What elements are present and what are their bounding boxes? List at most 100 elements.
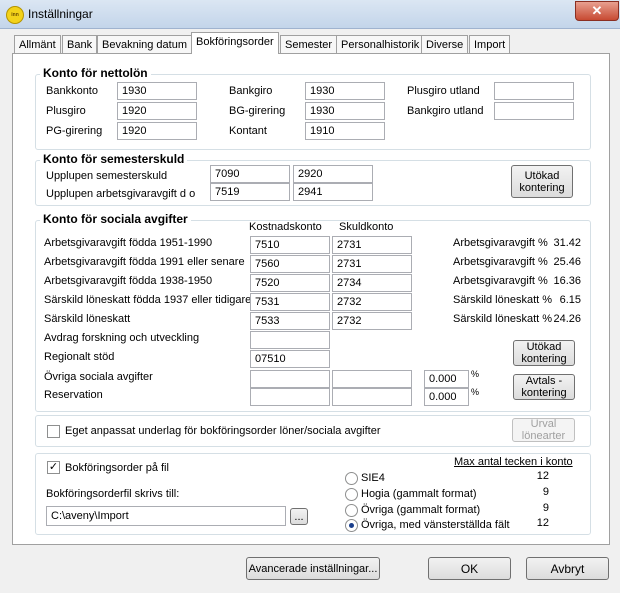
- social-row-skuld-input[interactable]: [332, 274, 412, 292]
- social-row-label: Särskild löneskatt födda 1937 eller tidi…: [44, 294, 252, 306]
- social-row-kost-input[interactable]: [250, 293, 330, 311]
- urval-lonearter-button[interactable]: Urval lönearter: [512, 418, 575, 442]
- bankkonto-input[interactable]: [117, 82, 197, 100]
- tab-import[interactable]: Import: [469, 35, 511, 54]
- social-row-label: Arbetsgivaravgift födda 1991 eller senar…: [44, 256, 245, 268]
- skuldkonto-header: Skuldkonto: [339, 221, 394, 233]
- tab-diverse[interactable]: Diverse: [421, 35, 469, 54]
- ovriga-sociala-label: Övriga sociala avgifter: [44, 371, 153, 383]
- bankgiro-utland-label: Bankgiro utland: [407, 105, 484, 117]
- orderfil-path-label: Bokföringsorderfil skrivs till:: [46, 488, 180, 500]
- ovriga-pct-sign: %: [471, 369, 480, 379]
- plusgiro-utland-label: Plusgiro utland: [407, 85, 480, 97]
- format-ovriga-max: 9: [542, 502, 549, 514]
- arbetsgivaravgift-kost-input[interactable]: [210, 183, 290, 201]
- browse-button[interactable]: ...: [290, 508, 308, 525]
- social-row-rate-value: 24.26: [553, 313, 581, 325]
- app-icon: inn: [6, 6, 24, 24]
- tab-personalhistorik[interactable]: Personalhistorik: [336, 35, 425, 54]
- tab-bokforingsorder[interactable]: Bokföringsorder: [191, 32, 279, 54]
- bankkonto-label: Bankkonto: [46, 85, 98, 97]
- close-button[interactable]: ✕: [575, 1, 619, 21]
- group-sociala-title: Konto för sociala avgifter: [40, 212, 191, 226]
- orderfil-path-input[interactable]: [46, 506, 286, 526]
- social-row-skuld-input[interactable]: [332, 236, 412, 254]
- format-ovriga-radio[interactable]: [345, 504, 358, 517]
- social-row-label: Arbetsgivaravgift födda 1938-1950: [44, 275, 213, 287]
- tab-panel: Konto för nettolön Bankkonto Plusgiro PG…: [12, 53, 610, 545]
- social-row-rate-value: 31.42: [553, 237, 581, 249]
- pg-girering-label: PG-girering: [46, 125, 103, 137]
- plusgiro-utland-input[interactable]: [494, 82, 574, 100]
- reservation-pct-sign: %: [471, 387, 480, 397]
- social-row-rate-label: Arbetsgivaravgift %: [453, 275, 548, 287]
- format-ovriga-vanster-label: Övriga, med vänsterställda fält: [361, 519, 510, 531]
- reservation-skuld-input[interactable]: [332, 388, 412, 406]
- social-row-skuld-input[interactable]: [332, 312, 412, 330]
- group-semesterskuld-title: Konto för semesterskuld: [40, 152, 188, 166]
- format-hogia-label: Hogia (gammalt format): [361, 488, 477, 500]
- social-row-rate-value: 25.46: [553, 256, 581, 268]
- social-row-rate-label: Särskild löneskatt %: [453, 313, 553, 325]
- format-sie4-radio[interactable]: [345, 472, 358, 485]
- semester-utokad-kontering-button[interactable]: Utökad kontering: [511, 165, 573, 198]
- cancel-button[interactable]: Avbryt: [526, 557, 609, 580]
- tab-bank[interactable]: Bank: [62, 35, 98, 54]
- eget-underlag-checkbox[interactable]: [47, 425, 60, 438]
- social-row-kost-input[interactable]: [250, 274, 330, 292]
- arbetsgivaravgift-skuld-input[interactable]: [293, 183, 373, 201]
- window-title: Inställningar: [28, 7, 93, 21]
- tab-semester[interactable]: Semester: [280, 35, 338, 54]
- social-row-skuld-input[interactable]: [332, 255, 412, 273]
- semesterskuld-kost-input[interactable]: [210, 165, 290, 183]
- bankgiro-utland-input[interactable]: [494, 102, 574, 120]
- ovriga-pct-input[interactable]: [424, 370, 469, 388]
- reservation-pct-input[interactable]: [424, 388, 469, 406]
- social-row-label: Arbetsgivaravgift födda 1951-1990: [44, 237, 213, 249]
- ovriga-kost-input[interactable]: [250, 370, 330, 388]
- pg-girering-input[interactable]: [117, 122, 197, 140]
- tab-bevakning-datum[interactable]: Bevakning datum: [97, 35, 192, 54]
- kontant-label: Kontant: [229, 125, 267, 137]
- social-row-rate-label: Arbetsgivaravgift %: [453, 256, 548, 268]
- social-row-rate-value: 16.36: [553, 275, 581, 287]
- avtals-kontering-button[interactable]: Avtals - kontering: [513, 374, 575, 400]
- format-ovriga-vanster-radio[interactable]: [345, 519, 358, 532]
- reservation-kost-input[interactable]: [250, 388, 330, 406]
- social-row-kost-input[interactable]: [250, 255, 330, 273]
- social-row-label: Särskild löneskatt: [44, 313, 131, 325]
- plusgiro-label: Plusgiro: [46, 105, 86, 117]
- kontant-input[interactable]: [305, 122, 385, 140]
- format-ovriga-vanster-max: 12: [536, 517, 549, 529]
- regionalt-stod-label: Regionalt stöd: [44, 351, 115, 363]
- ok-button[interactable]: OK: [428, 557, 511, 580]
- bankgiro-label: Bankgiro: [229, 85, 273, 97]
- format-hogia-radio[interactable]: [345, 488, 358, 501]
- social-row-rate-label: Särskild löneskatt %: [453, 294, 553, 306]
- bankgiro-input[interactable]: [305, 82, 385, 100]
- max-tecken-header: Max antal tecken i konto: [454, 456, 573, 468]
- social-row-kost-input[interactable]: [250, 236, 330, 254]
- format-sie4-label: SIE4: [361, 472, 385, 484]
- bg-girering-input[interactable]: [305, 102, 385, 120]
- bg-girering-label: BG-girering: [229, 105, 286, 117]
- avdrag-forskning-label: Avdrag forskning och utveckling: [44, 332, 200, 344]
- tab-allmant[interactable]: Allmänt: [14, 35, 61, 54]
- format-sie4-max: 12: [536, 470, 549, 482]
- upplupen-arbetsgivaravgift-label: Upplupen arbetsgivaravgift d o: [46, 188, 196, 200]
- bokforingsorder-fil-label: Bokföringsorder på fil: [65, 462, 169, 474]
- upplupen-semesterskuld-label: Upplupen semesterskuld: [46, 170, 168, 182]
- ovriga-skuld-input[interactable]: [332, 370, 412, 388]
- social-row-kost-input[interactable]: [250, 312, 330, 330]
- social-row-rate-label: Arbetsgivaravgift %: [453, 237, 548, 249]
- plusgiro-input[interactable]: [117, 102, 197, 120]
- bokforingsorder-fil-checkbox[interactable]: ✓: [47, 461, 60, 474]
- avdrag-forskning-input[interactable]: [250, 331, 330, 349]
- sociala-utokad-kontering-button[interactable]: Utökad kontering: [513, 340, 575, 366]
- title-bar: [0, 0, 620, 29]
- reservation-label: Reservation: [44, 389, 103, 401]
- regionalt-stod-input[interactable]: [250, 350, 330, 368]
- advanced-settings-button[interactable]: Avancerade inställningar...: [246, 557, 380, 580]
- social-row-skuld-input[interactable]: [332, 293, 412, 311]
- semesterskuld-skuld-input[interactable]: [293, 165, 373, 183]
